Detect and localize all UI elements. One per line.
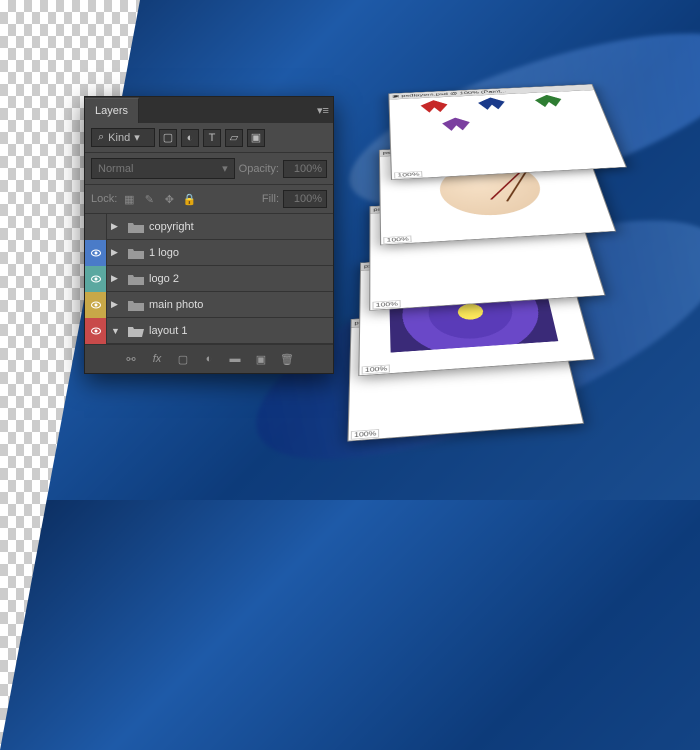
panel-menu-button[interactable]: ▾≡ xyxy=(313,97,333,123)
filter-pixel-icon[interactable]: ▢ xyxy=(159,129,177,147)
layer-name[interactable]: logo 2 xyxy=(149,273,333,285)
ribbon-purple-icon xyxy=(441,117,471,131)
preview-zoom: 100% xyxy=(372,300,401,309)
layers-panel: Layers ▾≡ ⌕ Kind ▾ ▢ ◐ T ▱ ▣ Normal ▾ Op… xyxy=(84,96,334,374)
layer-row[interactable]: ▶ 1 logo xyxy=(85,240,333,266)
folder-icon xyxy=(127,272,145,286)
ribbons-illustration xyxy=(391,90,620,171)
blend-mode-row: Normal ▾ Opacity: 100% xyxy=(85,153,333,185)
folder-open-icon xyxy=(127,324,145,338)
lock-all-icon[interactable]: 🔒 xyxy=(181,191,197,207)
preview-zoom: 100% xyxy=(351,429,380,440)
layer-row[interactable]: ▶ main photo xyxy=(85,292,333,318)
opacity-label: Opacity: xyxy=(239,163,279,175)
preview-zoom: 100% xyxy=(362,365,391,375)
layer-row[interactable]: ▼ layout 1 xyxy=(85,318,333,344)
lock-transparency-icon[interactable]: ▦ xyxy=(121,191,137,207)
chevron-down-icon: ▾ xyxy=(222,162,228,175)
visibility-toggle[interactable] xyxy=(85,266,107,292)
preview-card: ▣psdlayers.psd @ 100% (Paint... 100% xyxy=(388,84,627,180)
visibility-toggle[interactable] xyxy=(85,240,107,266)
layer-mask-icon[interactable]: ▢ xyxy=(174,350,192,368)
new-layer-icon[interactable]: ▣ xyxy=(252,350,270,368)
folder-icon xyxy=(127,246,145,260)
layer-filter-row: ⌕ Kind ▾ ▢ ◐ T ▱ ▣ xyxy=(85,123,333,153)
ribbon-green-icon xyxy=(534,94,564,107)
tab-spacer xyxy=(139,97,313,123)
filter-shape-icon[interactable]: ▱ xyxy=(225,129,243,147)
expand-arrow-icon[interactable]: ▶ xyxy=(111,221,123,232)
expand-arrow-icon[interactable]: ▶ xyxy=(111,273,123,284)
lock-position-icon[interactable]: ✥ xyxy=(161,191,177,207)
panel-tabs: Layers ▾≡ xyxy=(85,97,333,123)
filter-smart-icon[interactable]: ▣ xyxy=(247,129,265,147)
lock-label: Lock: xyxy=(91,193,117,205)
ribbon-blue-icon xyxy=(477,97,506,110)
filter-kind-label: Kind xyxy=(108,132,130,144)
folder-icon xyxy=(127,298,145,312)
blend-mode-select[interactable]: Normal ▾ xyxy=(91,158,235,179)
filter-kind-select[interactable]: ⌕ Kind ▾ xyxy=(91,128,155,147)
preview-zoom: 100% xyxy=(394,171,423,179)
panel-bottom-bar: ⚯ fx ▢ ◐ ▬ ▣ 🗑 xyxy=(85,344,333,373)
blend-mode-value: Normal xyxy=(98,163,133,175)
visibility-toggle[interactable] xyxy=(85,318,107,344)
opacity-input[interactable]: 100% xyxy=(283,160,327,178)
layer-name[interactable]: 1 logo xyxy=(149,247,333,259)
layer-name[interactable]: layout 1 xyxy=(149,325,333,337)
ribbon-red-icon xyxy=(420,100,448,113)
layer-name[interactable]: copyright xyxy=(149,221,333,233)
filter-adjustment-icon[interactable]: ◐ xyxy=(181,129,199,147)
fill-input[interactable]: 100% xyxy=(283,190,327,208)
layer-row[interactable]: ▶ logo 2 xyxy=(85,266,333,292)
new-group-icon[interactable]: ▬ xyxy=(226,350,244,368)
chevron-down-icon: ▾ xyxy=(134,131,140,144)
adjustment-layer-icon[interactable]: ◐ xyxy=(200,350,218,368)
layer-style-icon[interactable]: fx xyxy=(148,350,166,368)
folder-icon xyxy=(127,220,145,234)
layer-row[interactable]: ▶ copyright xyxy=(85,214,333,240)
filter-type-icon[interactable]: T xyxy=(203,129,221,147)
preview-zoom: 100% xyxy=(383,236,412,244)
expand-arrow-icon[interactable]: ▶ xyxy=(111,247,123,258)
collapse-arrow-icon[interactable]: ▼ xyxy=(111,326,123,336)
lock-row: Lock: ▦ ✎ ✥ 🔒 Fill: 100% xyxy=(85,185,333,214)
layer-name[interactable]: main photo xyxy=(149,299,333,311)
visibility-toggle[interactable] xyxy=(85,292,107,318)
lock-image-icon[interactable]: ✎ xyxy=(141,191,157,207)
layer-preview-stack: psdlayers.psd @ 100% ... 100% psdlayers.… xyxy=(350,38,650,468)
link-layers-icon[interactable]: ⚯ xyxy=(122,350,140,368)
search-icon: ⌕ xyxy=(98,131,104,144)
visibility-toggle[interactable] xyxy=(85,214,107,240)
delete-layer-icon[interactable]: 🗑 xyxy=(278,350,296,368)
fill-label: Fill: xyxy=(262,193,279,205)
expand-arrow-icon[interactable]: ▶ xyxy=(111,299,123,310)
tab-layers[interactable]: Layers xyxy=(85,98,139,123)
